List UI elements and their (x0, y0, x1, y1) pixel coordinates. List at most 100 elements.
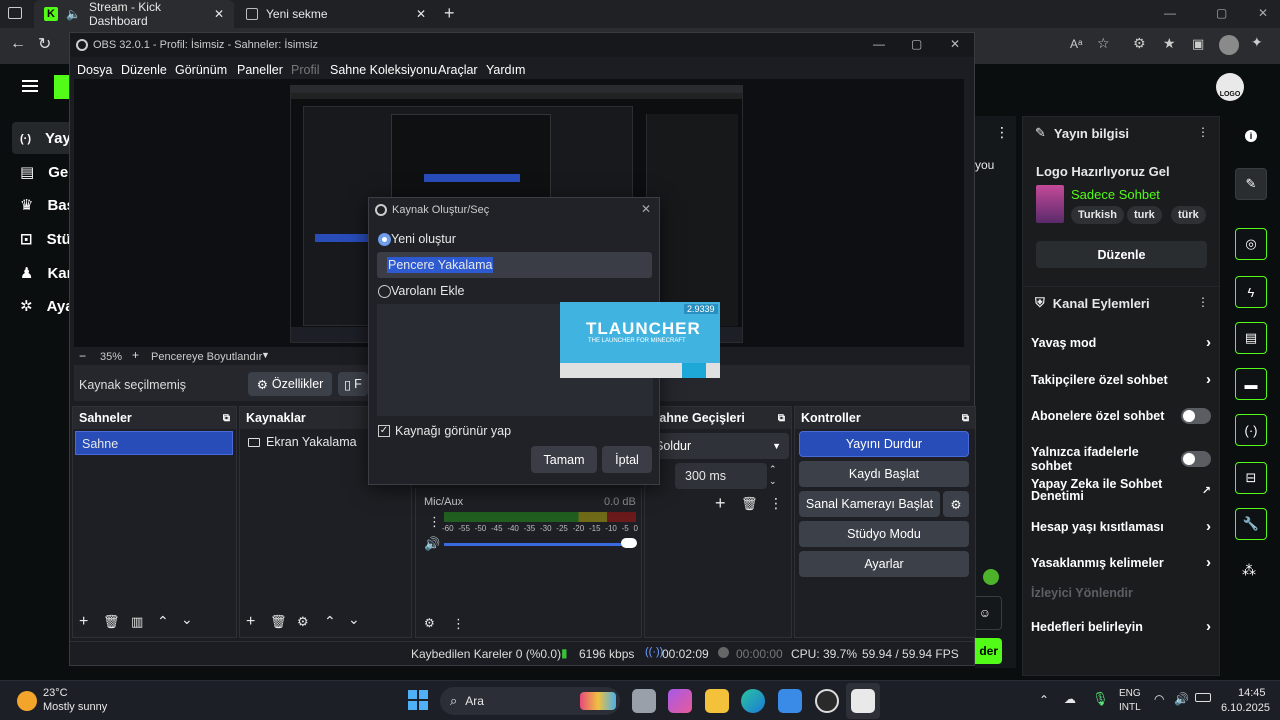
filter-icon[interactable]: ▥ (131, 614, 143, 630)
chevron-up-icon[interactable]: ⌃ (1039, 693, 1049, 707)
copilot-icon[interactable] (668, 689, 692, 713)
back-icon[interactable]: ← (10, 35, 26, 53)
sidebar-item-channel[interactable]: ♟ Kan (20, 264, 76, 283)
lightning-button[interactable]: ϟ (1235, 276, 1267, 308)
action-followers-only[interactable]: Takipçilere özel sohbet › (1031, 371, 1211, 388)
visible-checkbox[interactable]: ✓ (378, 425, 390, 437)
clock-time[interactable]: 14:45 (1238, 687, 1266, 699)
menu-scene-collection[interactable]: Sahne Koleksiyonu (330, 63, 437, 77)
add-scene-icon[interactable]: + (79, 613, 88, 631)
edge-icon[interactable] (741, 689, 765, 713)
store-icon[interactable] (778, 689, 802, 713)
profile-avatar[interactable] (1219, 35, 1239, 55)
chevron-down-icon[interactable]: ▼ (261, 350, 270, 360)
settings-button[interactable]: Ayarlar (799, 551, 969, 577)
minimize-icon[interactable]: — (1164, 6, 1176, 20)
extensions-puzzle-icon[interactable]: ✦ (1251, 34, 1263, 51)
weather-icon[interactable] (17, 691, 37, 711)
channel-logo-avatar[interactable]: LOGO (1216, 73, 1244, 101)
close-icon[interactable]: ✕ (950, 37, 960, 51)
chat-more-icon[interactable]: ⋮ (995, 124, 1009, 141)
collections-icon[interactable]: ▣ (1192, 36, 1204, 52)
speaker-icon[interactable]: 🔊 (424, 536, 440, 552)
menu-help[interactable]: Yardım (486, 63, 525, 77)
cancel-button[interactable]: İptal (602, 446, 652, 473)
move-down-icon[interactable]: ⌄ (348, 611, 360, 628)
start-virtual-camera-button[interactable]: Sanal Kamerayı Başlat (799, 491, 940, 517)
source-item[interactable]: Ekran Yakalama (248, 435, 357, 449)
create-new-radio[interactable] (378, 233, 391, 246)
action-banned-words[interactable]: Yasaklanmış kelimeler › (1031, 554, 1211, 571)
tab-new-tab[interactable]: Yeni sekme ✕ (236, 0, 436, 28)
menu-file[interactable]: Dosya (77, 63, 112, 77)
undock-icon[interactable]: ⧉ (962, 413, 969, 424)
mixer-settings-icon[interactable]: ⚙ (424, 616, 435, 630)
sidebar-item-achievements[interactable]: ♛ Baş (20, 196, 75, 215)
duration-input[interactable]: 300 ms (675, 463, 767, 489)
edit-pencil-button[interactable]: ✎ (1235, 168, 1267, 200)
volume-slider[interactable] (444, 543, 630, 546)
microphone-icon[interactable]: 🎙 (1092, 691, 1109, 707)
favorites-bar-icon[interactable]: ★ (1163, 35, 1176, 52)
gear-icon[interactable]: ⚙ (297, 614, 309, 630)
stop-streaming-button[interactable]: Yayını Durdur (799, 431, 969, 457)
tab-kick-dashboard[interactable]: K 🔈 Stream - Kick Dashboard ✕ (34, 0, 234, 28)
move-up-icon[interactable]: ⌃ (324, 613, 336, 630)
toggle-switch[interactable] (1181, 451, 1211, 467)
task-view-icon[interactable] (632, 689, 656, 713)
edit-stream-button[interactable]: Düzenle (1036, 241, 1207, 268)
more-icon[interactable]: ⋮ (769, 495, 783, 512)
action-slow-mode[interactable]: Yavaş mod › (1031, 334, 1211, 351)
add-source-icon[interactable]: + (246, 613, 255, 631)
weather-temp[interactable]: 23°C (43, 687, 68, 699)
action-set-goals[interactable]: Hedefleri belirleyin › (1031, 618, 1211, 635)
add-existing-radio[interactable] (378, 285, 391, 298)
apps-icon[interactable]: ⁂ (1242, 562, 1256, 579)
sidebar-item-earnings[interactable]: ▤ Gel (20, 163, 72, 182)
ok-button[interactable]: Tamam (531, 446, 597, 473)
fit-to-window-dropdown[interactable]: Pencereye Boyutlandır (151, 351, 262, 363)
wrench-button[interactable]: 🔧 (1235, 508, 1267, 540)
trash-icon[interactable]: 🗑 (270, 614, 287, 630)
info-icon[interactable]: i (1245, 130, 1257, 142)
extensions-icon[interactable]: ⚙ (1133, 35, 1146, 52)
zoom-out-icon[interactable]: − (79, 349, 86, 363)
read-aloud-icon[interactable]: Aᵃ (1070, 37, 1082, 51)
move-up-icon[interactable]: ⌃ (157, 613, 169, 630)
start-recording-button[interactable]: Kaydı Başlat (799, 461, 969, 487)
more-icon[interactable]: ⋮ (1197, 295, 1209, 309)
scene-item-selected[interactable]: Sahne (75, 431, 233, 455)
chat-button[interactable]: ▬ (1235, 368, 1267, 400)
file-explorer-icon[interactable] (705, 689, 729, 713)
sidebar-item-settings[interactable]: ✲ Aya (20, 297, 74, 316)
move-down-icon[interactable]: ⌄ (181, 611, 193, 628)
close-window-icon[interactable]: ✕ (1258, 6, 1268, 20)
menu-edit[interactable]: Düzenle (121, 63, 167, 77)
sidebar-item-studio[interactable]: ⊡ Stü (20, 230, 71, 249)
source-name-input[interactable]: Pencere Yakalama (377, 252, 652, 278)
action-ai-moderation[interactable]: Yapay Zeka ile Sohbet Denetimi ↗ (1031, 478, 1211, 503)
menu-view[interactable]: Görünüm (175, 63, 227, 77)
notes-button[interactable]: ▤ (1235, 322, 1267, 354)
sidebar-item-stream[interactable]: (·) Yay (20, 130, 71, 147)
filters-button[interactable]: ▯ F (338, 372, 368, 396)
wifi-icon[interactable]: ◠ (1154, 692, 1164, 706)
studio-mode-button[interactable]: Stüdyo Modu (799, 521, 969, 547)
undock-icon[interactable]: ⧉ (223, 413, 230, 424)
toggle-switch[interactable] (1181, 408, 1211, 424)
add-transition-icon[interactable]: + (715, 493, 726, 514)
favorite-icon[interactable]: ☆ (1097, 35, 1110, 52)
category-name[interactable]: Sadece Sohbet (1071, 187, 1160, 202)
maximize-icon[interactable]: ▢ (911, 37, 922, 51)
obs-taskbar-icon[interactable] (815, 689, 839, 713)
minimize-icon[interactable]: — (873, 37, 885, 51)
camera-button[interactable]: ◎ (1235, 228, 1267, 260)
properties-button[interactable]: ⚙ Özellikler (248, 372, 332, 396)
volume-icon[interactable]: 🔊 (1174, 692, 1189, 706)
weather-desc[interactable]: Mostly sunny (43, 701, 107, 713)
kick-logo[interactable] (54, 75, 70, 99)
more-icon[interactable]: ⋮ (452, 616, 465, 632)
broadcast-button[interactable]: (·) (1235, 414, 1267, 446)
tab-actions-icon[interactable] (8, 7, 22, 19)
action-subscribers-only[interactable]: Abonelere özel sohbet (1031, 408, 1211, 424)
